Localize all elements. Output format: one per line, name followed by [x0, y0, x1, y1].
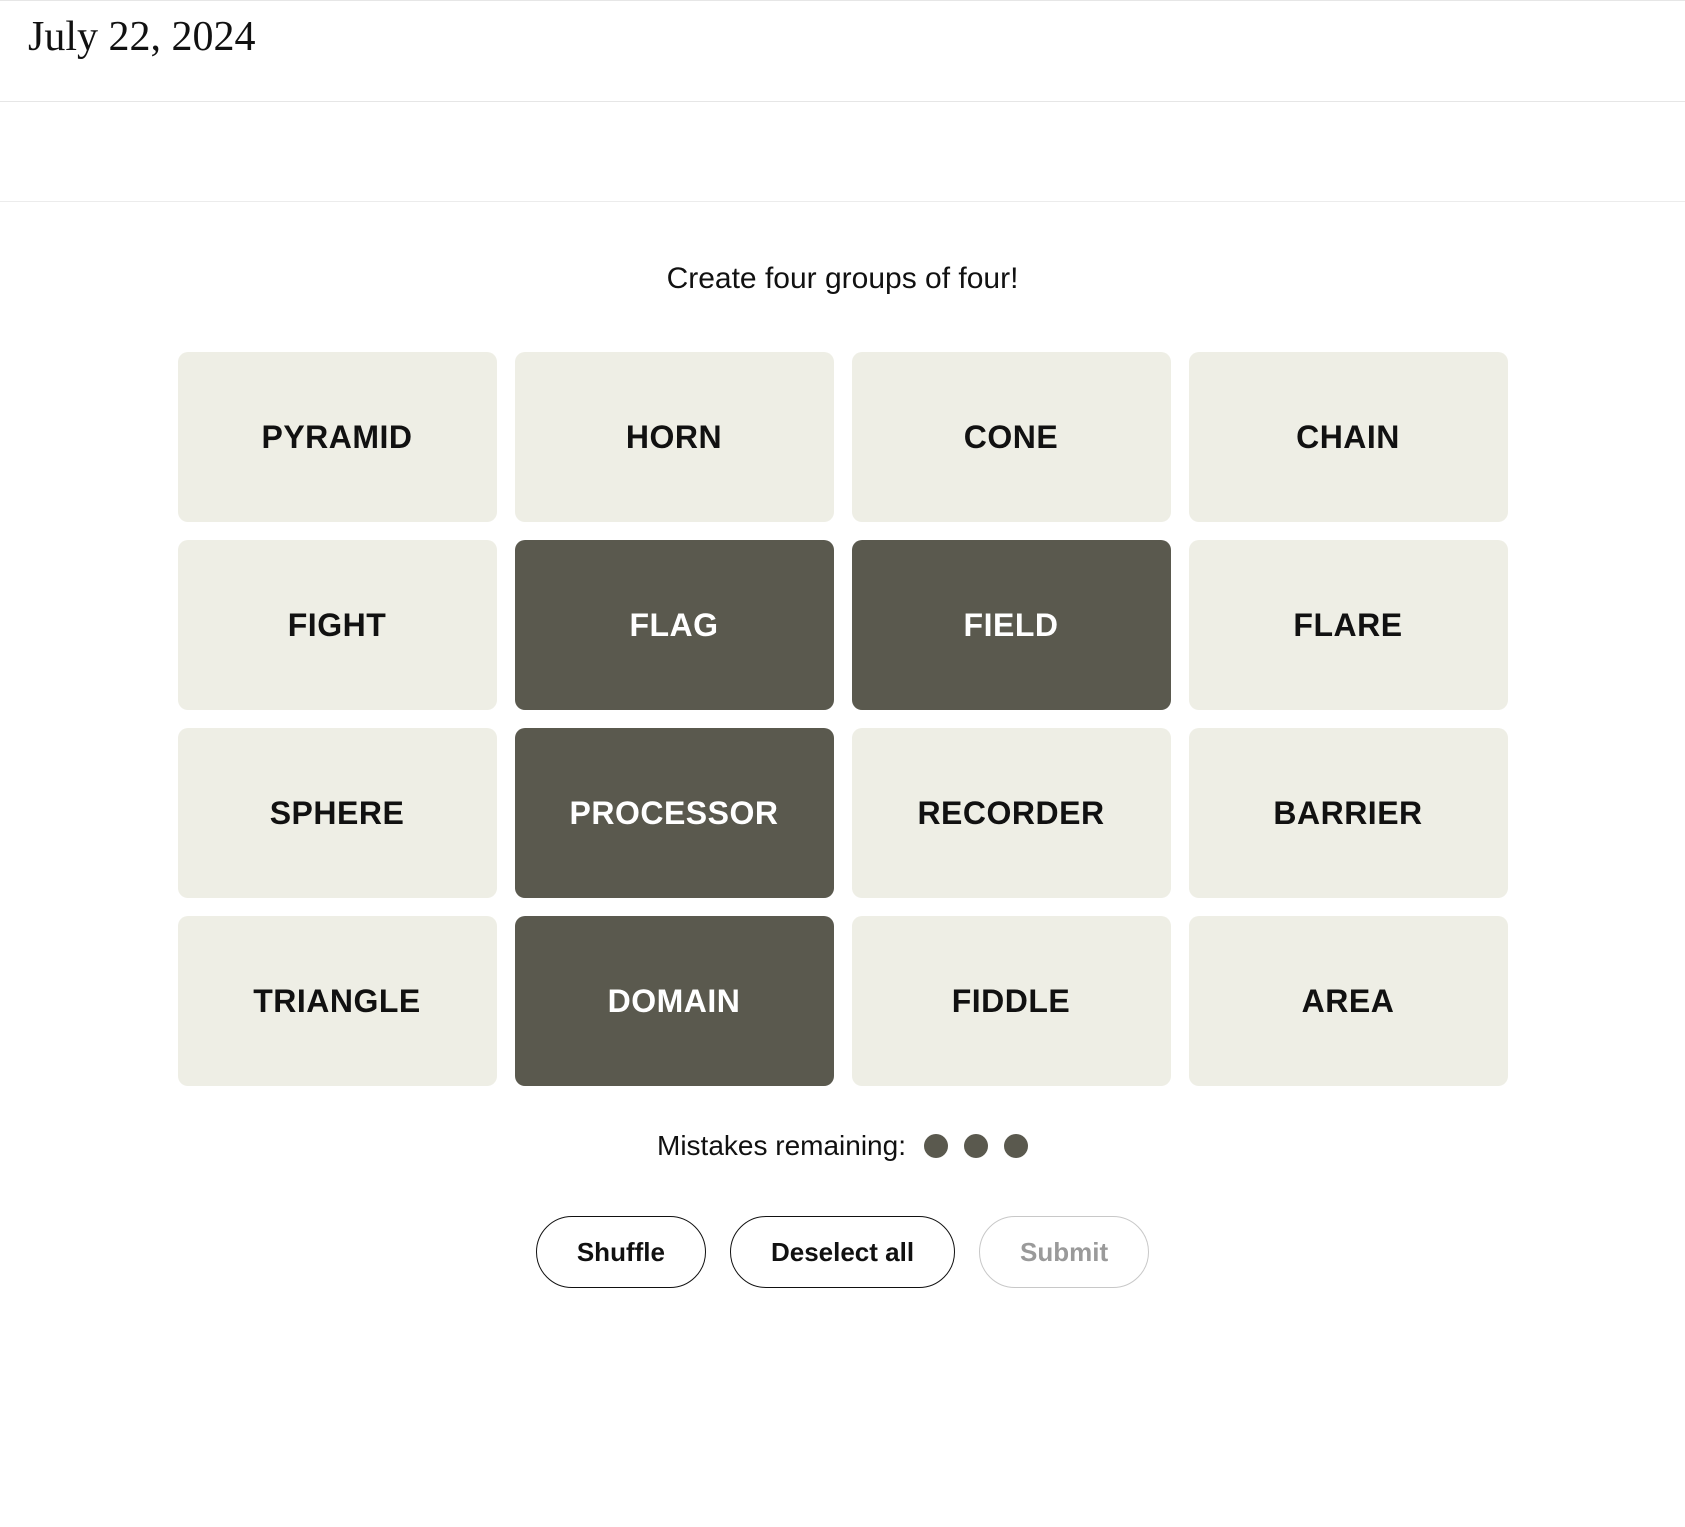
- page-date: July 22, 2024: [28, 13, 1657, 61]
- word-tile[interactable]: FLAG: [515, 540, 834, 710]
- word-tile[interactable]: DOMAIN: [515, 916, 834, 1086]
- mistakes-row: Mistakes remaining:: [0, 1130, 1685, 1162]
- deselect-all-button[interactable]: Deselect all: [730, 1216, 955, 1288]
- action-buttons: Shuffle Deselect all Submit: [0, 1216, 1685, 1288]
- word-tile[interactable]: AREA: [1189, 916, 1508, 1086]
- word-tile[interactable]: PYRAMID: [178, 352, 497, 522]
- mistake-dot: [964, 1134, 988, 1158]
- word-tile[interactable]: TRIANGLE: [178, 916, 497, 1086]
- word-tile[interactable]: SPHERE: [178, 728, 497, 898]
- mistake-dot: [1004, 1134, 1028, 1158]
- date-bar: July 22, 2024: [0, 0, 1685, 102]
- word-tile[interactable]: CONE: [852, 352, 1171, 522]
- mistake-dot: [924, 1134, 948, 1158]
- mistakes-dots: [924, 1134, 1028, 1158]
- word-tile[interactable]: FIDDLE: [852, 916, 1171, 1086]
- spacer: [0, 102, 1685, 202]
- word-tile[interactable]: CHAIN: [1189, 352, 1508, 522]
- submit-button: Submit: [979, 1216, 1149, 1288]
- instruction-text: Create four groups of four!: [0, 262, 1685, 296]
- word-tile[interactable]: HORN: [515, 352, 834, 522]
- word-tile[interactable]: RECORDER: [852, 728, 1171, 898]
- shuffle-button[interactable]: Shuffle: [536, 1216, 706, 1288]
- word-tile[interactable]: BARRIER: [1189, 728, 1508, 898]
- word-tile[interactable]: FIELD: [852, 540, 1171, 710]
- word-tile[interactable]: FLARE: [1189, 540, 1508, 710]
- tile-grid: PYRAMIDHORNCONECHAIN FIGHTFLAGFIELDFLARE S…: [178, 352, 1508, 1086]
- word-tile[interactable]: PROCESSOR: [515, 728, 834, 898]
- mistakes-label: Mistakes remaining:: [657, 1130, 906, 1162]
- word-tile[interactable]: FIGHT: [178, 540, 497, 710]
- game-main: Create four groups of four! PYRAMIDHORNC…: [0, 202, 1685, 1288]
